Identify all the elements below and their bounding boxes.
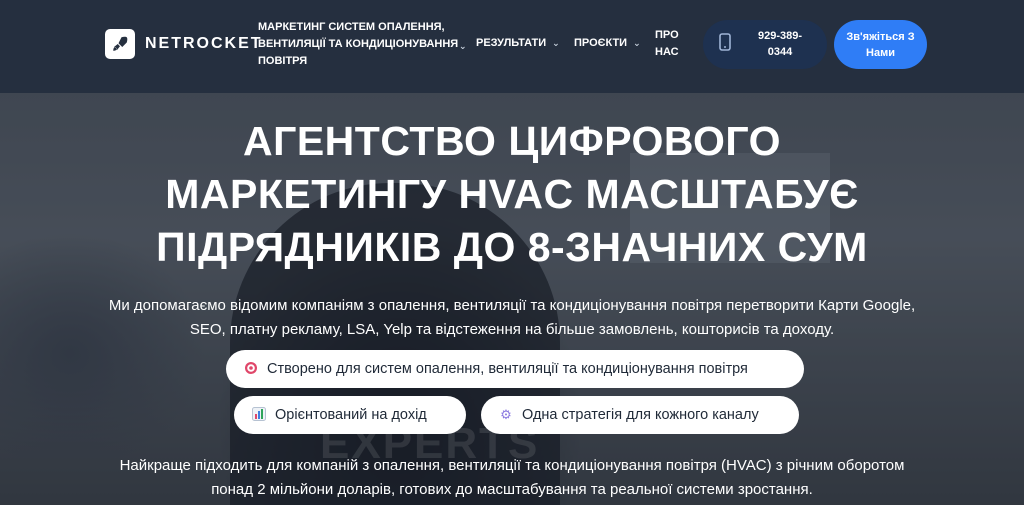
logo-text: NETROCKET: [145, 35, 263, 52]
chevron-down-icon: ⌄: [459, 41, 467, 51]
nav-projects[interactable]: ПРОЄКТИ ⌄: [574, 35, 641, 52]
gear-icon: ⚙: [500, 407, 512, 422]
nav-results[interactable]: РЕЗУЛЬТАТИ ⌄: [476, 35, 560, 52]
chevron-down-icon: ⌄: [633, 38, 641, 48]
nav-about-label: ПРО НАС: [655, 29, 679, 58]
feature-pill-hvac: Створено для систем опалення, вентиляції…: [226, 350, 804, 388]
nav-about[interactable]: ПРО НАС: [655, 27, 685, 61]
feature-pill-label: Орієнтований на дохід: [275, 407, 427, 423]
phone-button[interactable]: 929-389-0344: [703, 20, 827, 69]
phone-icon: [719, 33, 731, 51]
hero-title: АГЕНТСТВО ЦИФРОВОГО МАРКЕТИНГУ HVAC МАСШ…: [156, 118, 868, 270]
feature-pill-label: Створено для систем опалення, вентиляції…: [267, 361, 748, 377]
feature-pill-revenue: Орієнтований на дохід: [234, 396, 466, 434]
contact-us-button[interactable]: Зв'яжіться З Нами: [834, 20, 927, 69]
logo[interactable]: NETROCKET: [105, 29, 263, 59]
feature-pill-strategy: ⚙ Одна стратегія для кожного каналу: [481, 396, 799, 434]
phone-number: 929-389-0344: [757, 30, 803, 58]
site-header: NETROCKET МАРКЕТИНГ СИСТЕМ ОПАЛЕННЯ, ВЕН…: [0, 0, 1024, 93]
nav-services-label: МАРКЕТИНГ СИСТЕМ ОПАЛЕННЯ, ВЕНТИЛЯЦІЇ ТА…: [258, 21, 459, 67]
hero-subtitle: Ми допомагаємо відомим компаніям з опале…: [108, 297, 916, 338]
rocket-icon: [105, 29, 135, 59]
nav-results-label: РЕЗУЛЬТАТИ: [476, 37, 547, 49]
nav-projects-label: ПРОЄКТИ: [574, 37, 628, 49]
nav-services[interactable]: МАРКЕТИНГ СИСТЕМ ОПАЛЕННЯ, ВЕНТИЛЯЦІЇ ТА…: [258, 19, 468, 70]
hero-section: EXPERTS АГЕНТСТВО ЦИФРОВОГО МАРКЕТИНГУ H…: [0, 93, 1024, 505]
feature-pill-label: Одна стратегія для кожного каналу: [522, 407, 759, 423]
chevron-down-icon: ⌄: [552, 38, 560, 48]
bar-chart-icon: [250, 406, 268, 424]
target-icon: [242, 361, 260, 378]
hero-note: Найкраще підходить для компаній з опален…: [119, 457, 905, 498]
